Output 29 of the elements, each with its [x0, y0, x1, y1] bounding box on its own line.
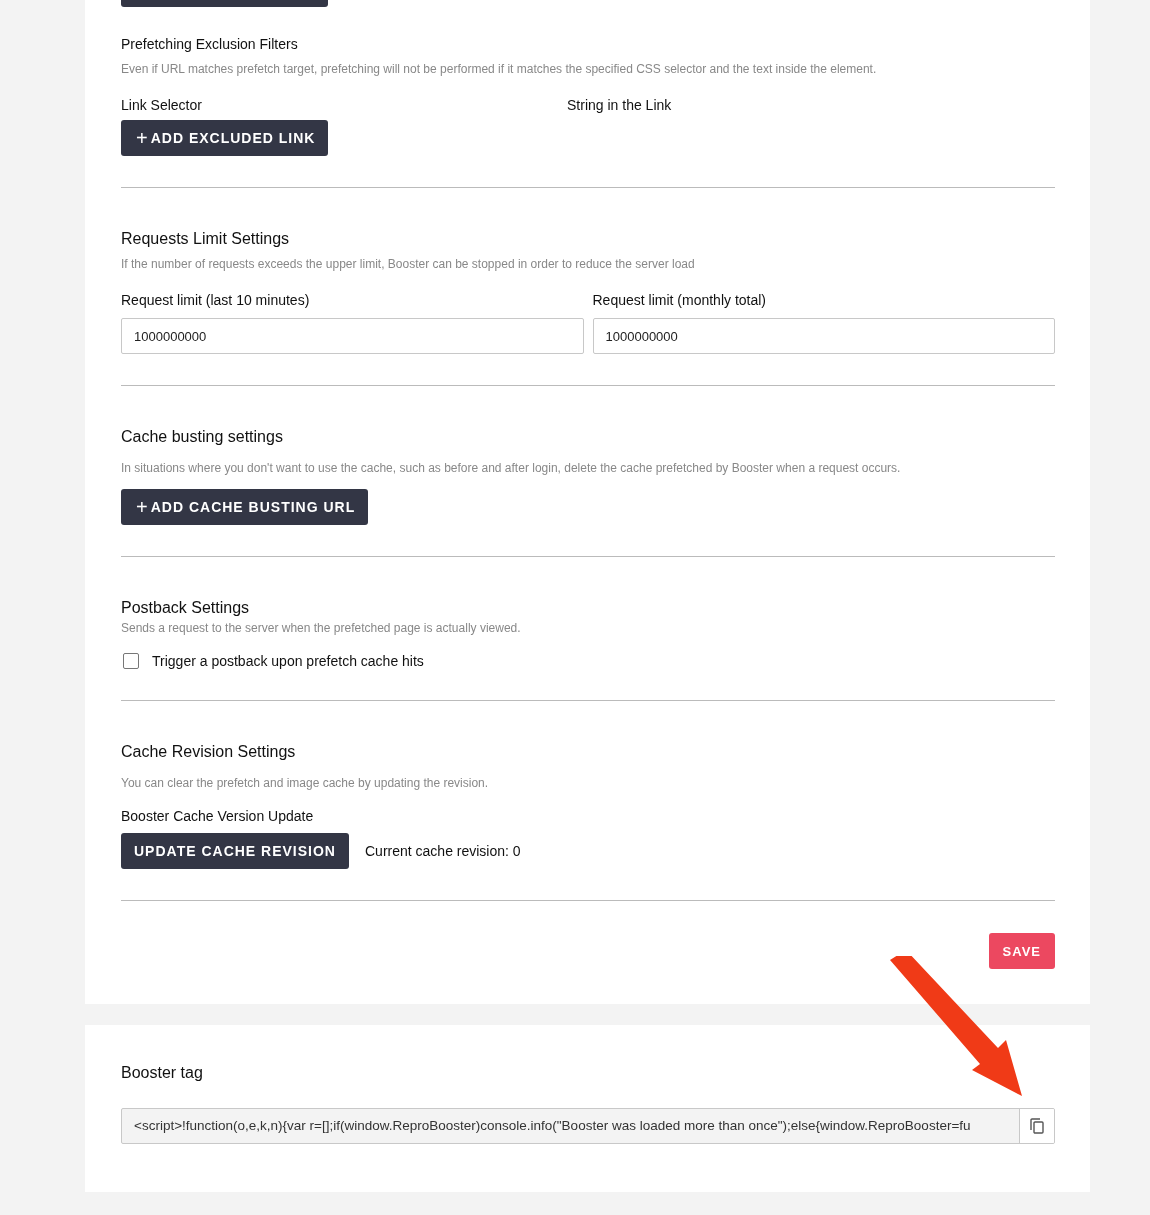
section-description: Sends a request to the server when the prefetched page is actually viewed. [121, 621, 522, 635]
section-description: Even if URL matches prefetch target, prefetching will not be performed if it matches the specified CSS selector and the text inside the element. [121, 62, 878, 76]
section-title: Cache busting settings [121, 427, 284, 447]
update-cache-revision-button[interactable]: UPDATE CACHE REVISION [121, 833, 349, 869]
section-title: Booster tag [121, 1063, 204, 1083]
input-field[interactable]: 1000000000 [592, 318, 1055, 354]
checkbox[interactable] [123, 653, 139, 669]
column-label: String in the Link [567, 96, 673, 114]
section-title: Requests Limit Settings [121, 229, 291, 249]
section-title: Cache Revision Settings [121, 742, 297, 762]
field-label: Request limit (last 10 minutes) [121, 291, 311, 309]
code-text: <script>!function(o,e,k,n){var r=[];if(window.ReproBooster)console.info("Booster was loaded more than once");else{window.ReproBooster=fu [133, 1117, 972, 1135]
section-description: In situations where you don't want to use the cache, such as before and after login, delete the cache prefetched by Booster when a request occurs. [121, 461, 902, 475]
add-cache-busting-url-button[interactable]: +ADD CACHE BUSTING URL [121, 489, 369, 525]
add-excluded-link-button[interactable]: +ADD EXCLUDED LINK [121, 120, 329, 156]
section-description: If the number of requests exceeds the upper limit, Booster can be stopped in order to reduce the server load [121, 257, 696, 271]
revision-status: Current cache revision: 0 [365, 843, 521, 859]
code-field[interactable]: <script>!function(o,e,k,n){var r=[];if(window.ReproBooster)console.info("Booster was loaded more than once");else{window.ReproBooster=fu [121, 1108, 1055, 1144]
input-field[interactable]: 1000000000 [121, 318, 584, 354]
column-label: Link Selector [121, 96, 203, 114]
field-label: Booster Cache Version Update [121, 807, 315, 825]
save-button[interactable]: SAVE [988, 933, 1055, 969]
copy-button[interactable] [1019, 1109, 1054, 1143]
section-title: Postback Settings [121, 598, 251, 618]
section-description: You can clear the prefetch and image cache by updating the revision. [121, 776, 490, 790]
checkbox-label: Trigger a postback upon prefetch cache hits [152, 653, 424, 669]
field-label: Request limit (monthly total) [592, 291, 767, 309]
section-title: Prefetching Exclusion Filters [121, 35, 299, 54]
copy-icon [1030, 1118, 1044, 1134]
